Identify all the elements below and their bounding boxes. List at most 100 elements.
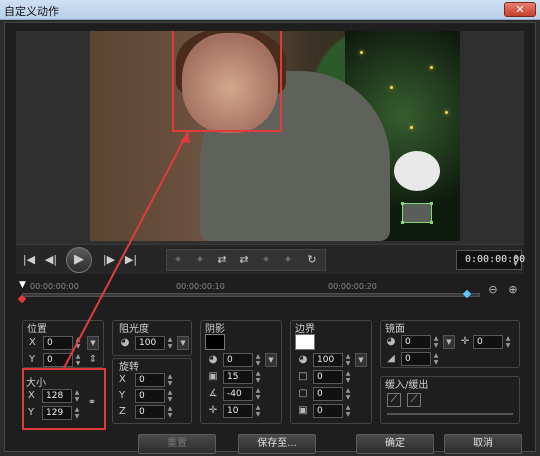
border-corner-spinner[interactable]: ▲ ▼ (343, 404, 353, 418)
play-button[interactable]: ▶ (66, 247, 92, 273)
window-title: 自定义动作 (4, 5, 59, 18)
mirror-position-input[interactable]: 0 (473, 335, 503, 349)
prev-keyframe-icon[interactable]: ✦ (257, 253, 275, 269)
timecode-spinner[interactable]: ▲ ▼ (511, 252, 520, 268)
go-to-end-button[interactable]: ▶| (122, 251, 140, 269)
next-keyframe-icon[interactable]: ✦ (279, 253, 297, 269)
mirror-opacity-spinner[interactable]: ▲ ▼ (431, 335, 441, 349)
border-width-icon: □ (298, 371, 308, 382)
position-x-spinner[interactable]: ▲ ▼ (73, 336, 83, 350)
rotation-y-spinner[interactable]: ▲ ▼ (165, 389, 175, 403)
border-width-input[interactable]: 0 (313, 370, 343, 384)
shadow-blur-spinner[interactable]: ▲ ▼ (253, 370, 263, 384)
border-color-swatch[interactable] (295, 334, 315, 350)
ease-slider-track[interactable] (387, 413, 513, 415)
position-lock-icon[interactable]: ⇕ (87, 354, 99, 366)
timeline-tick: 00:00:00:00 (30, 282, 79, 291)
border-softness-icon: ▢ (298, 388, 308, 399)
shadow-offset-input[interactable]: 10 (223, 404, 253, 418)
mirror-preset-dropdown[interactable]: ▼ (443, 335, 455, 349)
rotation-z-input[interactable]: 0 (135, 405, 165, 419)
remove-keyframe-icon[interactable]: ✦ (191, 253, 209, 269)
shadow-label: 阴影 (205, 324, 225, 335)
position-group: 位置 X 0 ▲ ▼ ▼ Y 0 ▲ ▼ ⇕ (22, 320, 104, 368)
shadow-blur-input[interactable]: 15 (223, 370, 253, 384)
reset-button[interactable]: 重置 (138, 434, 216, 454)
ease-group: 缓入/缓出 ⟋ ⟋ (380, 376, 520, 424)
position-y-input[interactable]: 0 (43, 353, 73, 367)
axis-x-label: X (29, 337, 36, 348)
mirror-position-spinner[interactable]: ▲ ▼ (503, 335, 513, 349)
save-to-button[interactable]: 保存至... (238, 434, 316, 454)
opacity-spinner[interactable]: ▲ ▼ (165, 336, 175, 350)
position-preset-dropdown[interactable]: ▼ (87, 336, 99, 350)
add-keyframe-icon[interactable]: ✦ (169, 253, 187, 269)
teddy-bear (394, 151, 440, 191)
shadow-group: 阴影 ◕ 0 ▲ ▼ ▼ ▣ 15 ▲ ▼ ∡ -40 ▲ ▼ ✛ 10 ▲ ▼ (200, 320, 282, 424)
resize-handle[interactable] (401, 221, 404, 224)
timeline-track[interactable] (22, 293, 480, 297)
mirror-position-icon: ✛ (460, 336, 470, 347)
overlay-highlight-box (172, 31, 282, 132)
loop-icon[interactable]: ↻ (303, 253, 321, 269)
reverse-keyframes-icon[interactable]: ⇄ (213, 253, 231, 269)
rotation-y-input[interactable]: 0 (135, 389, 165, 403)
swap-keyframes-icon[interactable]: ⇄ (235, 253, 253, 269)
go-to-start-button[interactable]: |◀ (20, 251, 38, 269)
shadow-preset-dropdown[interactable]: ▼ (265, 353, 277, 367)
opacity-icon: ◕ (120, 337, 130, 348)
shadow-offset-spinner[interactable]: ▲ ▼ (253, 404, 263, 418)
rotation-x-input[interactable]: 0 (135, 373, 165, 387)
zoom-in-icon[interactable]: ⊕ (506, 284, 520, 298)
border-preset-dropdown[interactable]: ▼ (355, 353, 367, 367)
title-bar: 自定义动作 ✕ (0, 0, 540, 20)
border-label: 边界 (295, 324, 315, 335)
ease-out-icon[interactable]: ⟋ (407, 393, 421, 407)
cancel-button[interactable]: 取消 (444, 434, 522, 454)
border-softness-input[interactable]: 0 (313, 387, 343, 401)
mirror-opacity-input[interactable]: 0 (401, 335, 431, 349)
border-opacity-input[interactable]: 100 (313, 353, 343, 367)
mirror-label: 镜面 (385, 324, 405, 335)
axis-y-label: Y (29, 354, 36, 365)
opacity-preset-dropdown[interactable]: ▼ (177, 336, 189, 350)
resize-handle[interactable] (430, 202, 433, 205)
shadow-angle-icon: ∡ (208, 388, 218, 399)
previous-frame-button[interactable]: ◀| (42, 251, 60, 269)
overlay-clip-selection[interactable] (401, 202, 433, 224)
shadow-opacity-spinner[interactable]: ▲ ▼ (253, 353, 263, 367)
border-corner-input[interactable]: 0 (313, 404, 343, 418)
tree-light (410, 126, 413, 129)
mirror-fade-input[interactable]: 0 (401, 352, 431, 366)
tree-light (390, 86, 393, 89)
border-width-spinner[interactable]: ▲ ▼ (343, 370, 353, 384)
close-button[interactable]: ✕ (504, 2, 536, 17)
shadow-color-swatch[interactable] (205, 334, 225, 350)
next-frame-button[interactable]: |▶ (100, 251, 118, 269)
mirror-group: 镜面 ◕ 0 ▲ ▼ ▼ ✛ 0 ▲ ▼ ◢ 0 ▲ ▼ (380, 320, 520, 368)
video-preview[interactable] (90, 31, 460, 241)
shadow-offset-icon: ✛ (208, 405, 218, 416)
playhead-marker-icon[interactable]: ▼ (19, 281, 29, 291)
opacity-input[interactable]: 100 (135, 336, 165, 350)
rotation-z-spinner[interactable]: ▲ ▼ (165, 405, 175, 419)
shadow-opacity-input[interactable]: 0 (223, 353, 253, 367)
rotation-x-spinner[interactable]: ▲ ▼ (165, 373, 175, 387)
position-x-input[interactable]: 0 (43, 336, 73, 350)
ease-label: 缓入/缓出 (385, 380, 429, 391)
ease-in-icon[interactable]: ⟋ (387, 393, 401, 407)
keyframe-toolbar: ✦ ✦ ⇄ ⇄ ✦ ✦ ↻ (166, 249, 326, 271)
border-opacity-spinner[interactable]: ▲ ▼ (343, 353, 353, 367)
zoom-out-icon[interactable]: ⊖ (486, 284, 500, 298)
timecode-field[interactable]: 0:00:00:00 ▲ ▼ (456, 250, 525, 270)
resize-handle[interactable] (430, 221, 433, 224)
size-highlight-box (22, 368, 106, 430)
shadow-angle-spinner[interactable]: ▲ ▼ (253, 387, 263, 401)
resize-handle[interactable] (401, 202, 404, 205)
position-y-spinner[interactable]: ▲ ▼ (73, 353, 83, 367)
ok-button[interactable]: 确定 (356, 434, 434, 454)
opacity-label: 阻光度 (119, 324, 149, 335)
mirror-fade-spinner[interactable]: ▲ ▼ (431, 352, 441, 366)
border-softness-spinner[interactable]: ▲ ▼ (343, 387, 353, 401)
shadow-angle-input[interactable]: -40 (223, 387, 253, 401)
